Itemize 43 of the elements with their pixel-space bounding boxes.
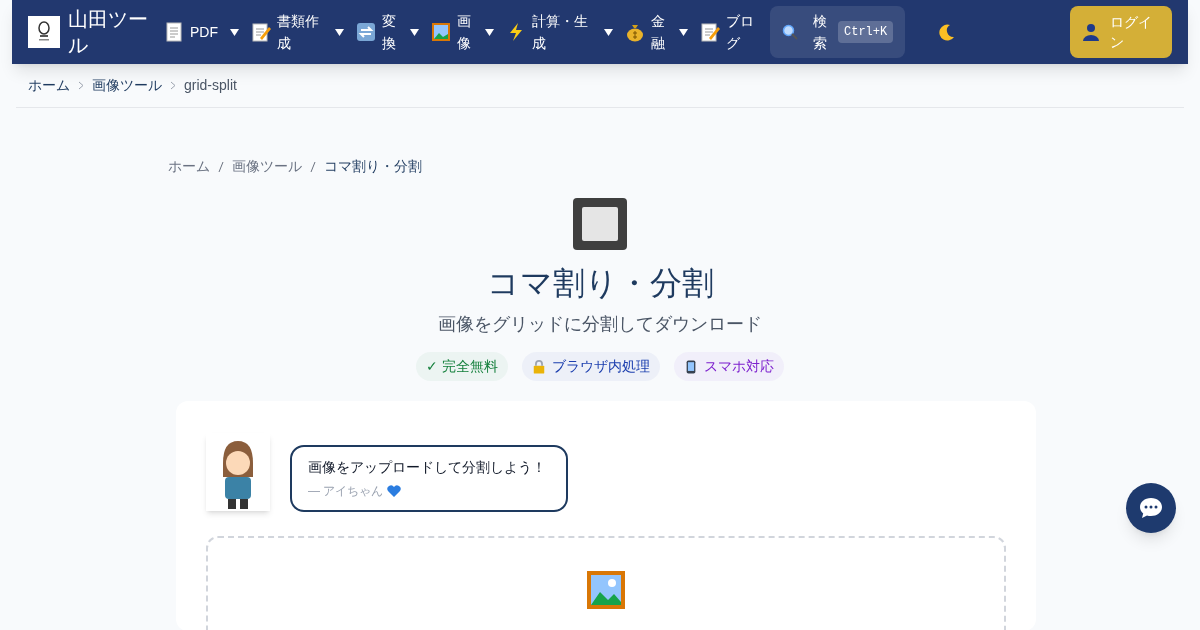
search-button[interactable]: 検索 Ctrl+K xyxy=(770,6,906,58)
grid-square-icon xyxy=(572,197,628,251)
feature-badge: スマホ対応 xyxy=(673,352,784,381)
nav-menu-item[interactable]: 画像 xyxy=(427,10,498,54)
speech-text: 画像をアップロードして分割しよう！ xyxy=(308,458,547,477)
page-subtitle: 画像をグリッドに分割してダウンロード xyxy=(438,313,762,336)
shortcut-key: Ctrl+K xyxy=(838,21,894,43)
search-icon xyxy=(782,24,798,40)
moon-icon xyxy=(938,23,957,41)
document-icon xyxy=(164,22,184,42)
memo-pencil-icon xyxy=(700,22,720,42)
nav-menu-item[interactable]: 金融 xyxy=(621,10,692,54)
nav-menu-item[interactable]: 変換 xyxy=(352,10,423,54)
separator-icon xyxy=(310,160,316,173)
framed-picture-icon xyxy=(431,22,451,42)
breadcrumb-current: grid-split xyxy=(184,76,237,95)
feature-badge: ✓ 完全無料 xyxy=(416,352,508,381)
breadcrumb-current: コマ割り・分割 xyxy=(324,157,422,176)
page-title: コマ割り・分割 xyxy=(486,264,714,303)
breadcrumb-link[interactable]: ホーム xyxy=(28,75,70,96)
arrows-icon xyxy=(356,22,376,42)
chat-button[interactable] xyxy=(1126,483,1176,533)
speech-signature: — アイちゃん xyxy=(308,483,384,500)
breadcrumb-link[interactable]: 画像ツール xyxy=(232,156,302,177)
breadcrumb-link[interactable]: 画像ツール xyxy=(92,75,162,96)
framed-picture-icon xyxy=(586,570,626,610)
site-title[interactable]: 山田ツール xyxy=(68,6,152,58)
user-icon xyxy=(1082,23,1100,41)
nav-menu-item[interactable]: 計算・生成 xyxy=(502,10,617,54)
nav-menu-item[interactable]: ブログ xyxy=(696,10,760,54)
separator-icon xyxy=(78,81,84,90)
nav-menu-item[interactable]: PDF xyxy=(160,21,243,43)
speech-bubble-icon xyxy=(1139,497,1163,519)
breadcrumb-link[interactable]: ホーム xyxy=(168,156,210,177)
separator-icon xyxy=(218,160,224,173)
logo-icon[interactable] xyxy=(28,16,60,48)
memo-pencil-icon xyxy=(251,22,271,42)
heart-icon xyxy=(387,485,402,497)
feature-badge: ブラウザ内処理 xyxy=(521,352,660,381)
separator-icon xyxy=(170,81,176,90)
lock-icon xyxy=(531,358,546,375)
nav-menu-item[interactable]: 書類作成 xyxy=(247,10,348,54)
money-bag-icon xyxy=(625,22,645,42)
